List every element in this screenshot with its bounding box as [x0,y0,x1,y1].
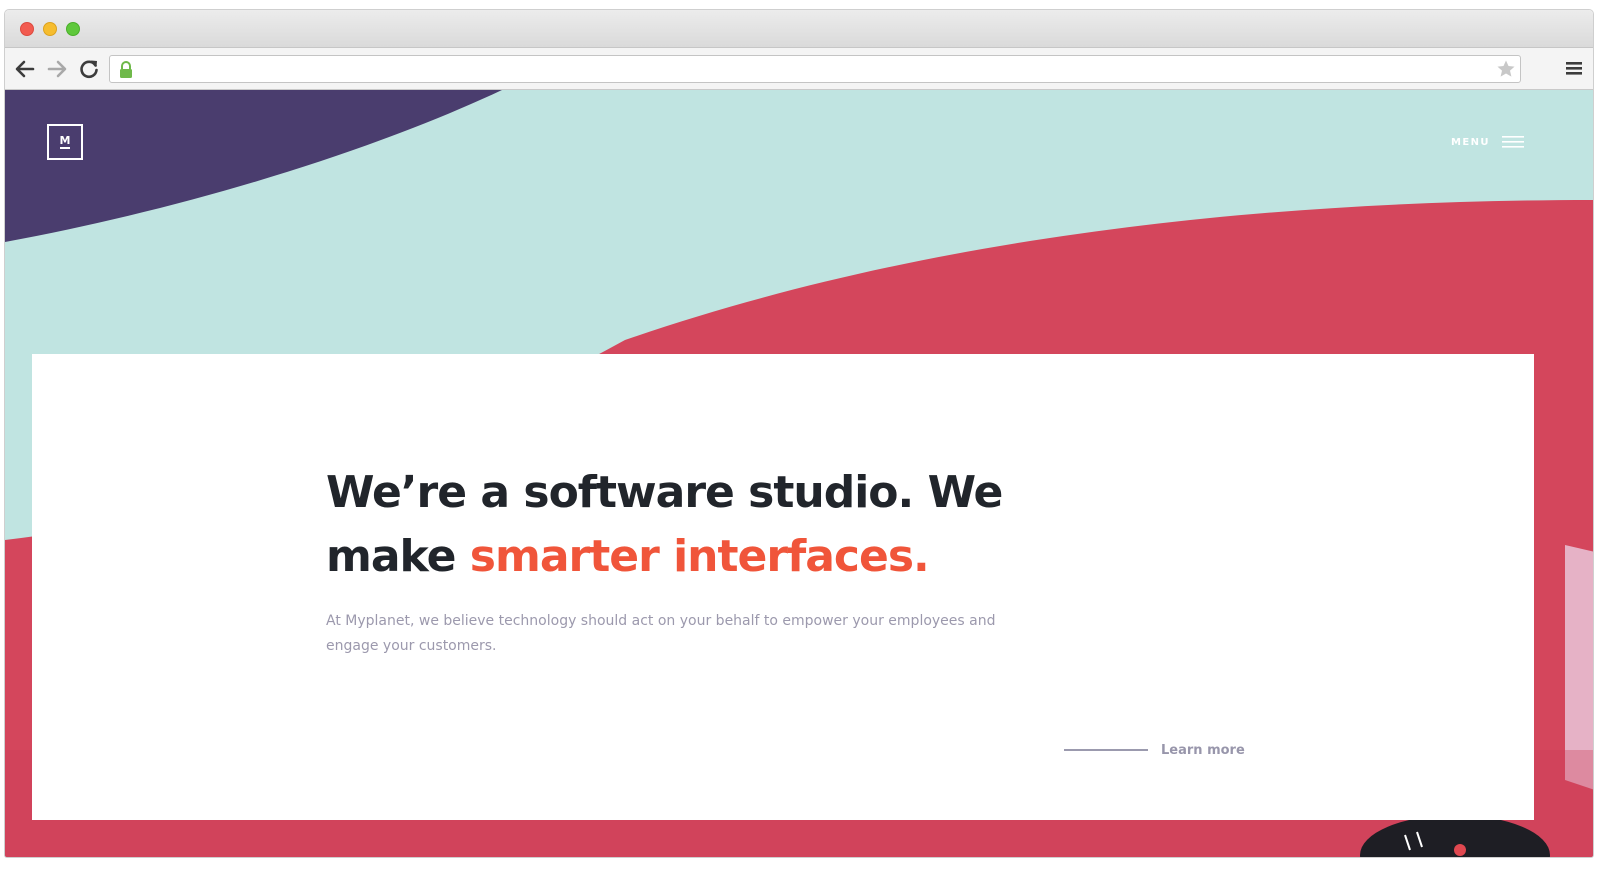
headline-accent: smarter interfaces. [469,531,930,582]
site-menu-button[interactable]: MENU [1451,134,1524,150]
logo-letter: M [59,134,71,149]
arrow-right-icon [47,60,67,78]
hero-subcopy: At Myplanet, we believe technology shoul… [326,613,996,654]
arrow-left-icon [15,60,35,78]
minimize-window-button[interactable] [43,22,57,36]
address-bar[interactable] [109,55,1521,83]
learn-more-link[interactable]: Learn more [1064,740,1245,760]
hero-headline: We’re a software studio. We make smarter… [326,461,1046,589]
hero-card: We’re a software studio. We make smarter… [32,354,1534,820]
menu-label: MENU [1451,136,1490,148]
browser-window: M MENU We’re a software studio. We make … [4,9,1594,858]
maximize-window-button[interactable] [66,22,80,36]
menu-lines-icon [1501,135,1524,149]
learn-more-line [1064,749,1148,751]
learn-more-label: Learn more [1161,742,1245,758]
star-icon[interactable] [1496,59,1516,79]
lock-icon [117,60,135,80]
browser-menu-button[interactable] [1565,58,1583,78]
back-button[interactable] [13,57,37,81]
reload-button[interactable] [77,57,101,81]
title-bar [5,10,1593,48]
page-viewport: M MENU We’re a software studio. We make … [5,90,1593,857]
site-logo[interactable]: M [47,124,83,160]
close-window-button[interactable] [20,22,34,36]
reload-icon [80,60,98,79]
forward-button[interactable] [45,57,69,81]
hamburger-menu-icon [1566,62,1582,75]
browser-toolbar [5,48,1593,90]
